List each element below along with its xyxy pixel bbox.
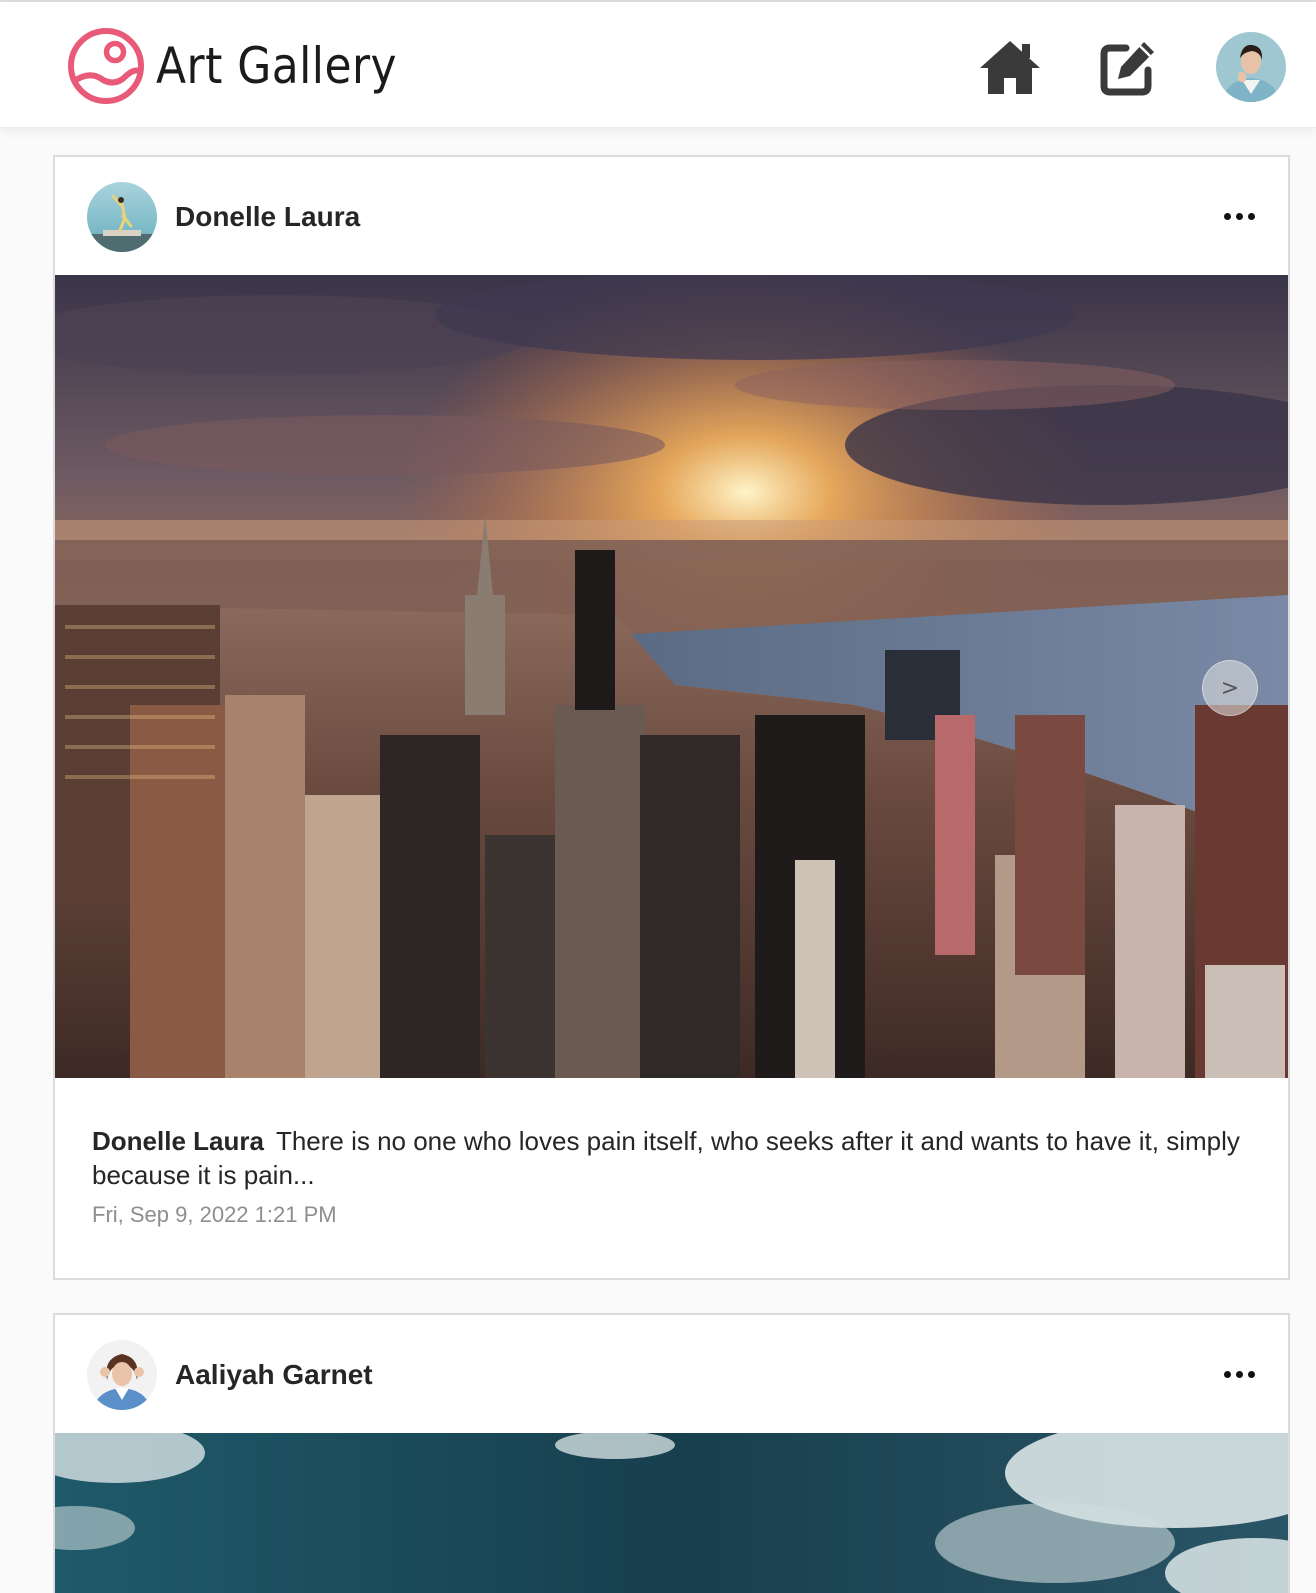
post-timestamp: Fri, Sep 9, 2022 1:21 PM (92, 1202, 337, 1227)
post-card: Aaliyah Garnet (53, 1313, 1290, 1593)
carousel-next-button[interactable]: > (1202, 660, 1258, 716)
post-header: Donelle Laura (55, 157, 1288, 275)
author-avatar[interactable] (87, 1340, 157, 1410)
caption-text: There is no one who loves pain itself, w… (92, 1126, 1240, 1190)
post-author-name[interactable]: Donelle Laura (175, 201, 360, 233)
more-options-button[interactable] (1222, 1359, 1258, 1389)
post-author-name[interactable]: Aaliyah Garnet (175, 1359, 373, 1391)
post-image[interactable]: > (55, 275, 1288, 1078)
author-avatar[interactable] (87, 182, 157, 252)
post-image[interactable] (55, 1433, 1288, 1593)
caption-author[interactable]: Donelle Laura (92, 1126, 264, 1156)
user-avatar[interactable] (1216, 32, 1286, 102)
sky-clouds-photo (55, 1433, 1288, 1593)
photo-portrait-logo-icon (68, 28, 144, 104)
home-icon[interactable] (978, 38, 1042, 96)
post-card: Donelle Laura > Donelle Laura There is n… (53, 155, 1290, 1280)
caption: Donelle Laura There is no one who loves p… (92, 1124, 1252, 1192)
app-title: Art Gallery (156, 37, 397, 95)
top-navbar: Art Gallery (0, 2, 1316, 128)
brand[interactable]: Art Gallery (66, 26, 430, 106)
edit-icon[interactable] (1098, 38, 1158, 96)
caption-block: Donelle Laura There is no one who loves p… (55, 1078, 1288, 1276)
city-skyline-photo (55, 275, 1288, 1078)
more-options-button[interactable] (1222, 201, 1258, 231)
post-header: Aaliyah Garnet (55, 1315, 1288, 1433)
